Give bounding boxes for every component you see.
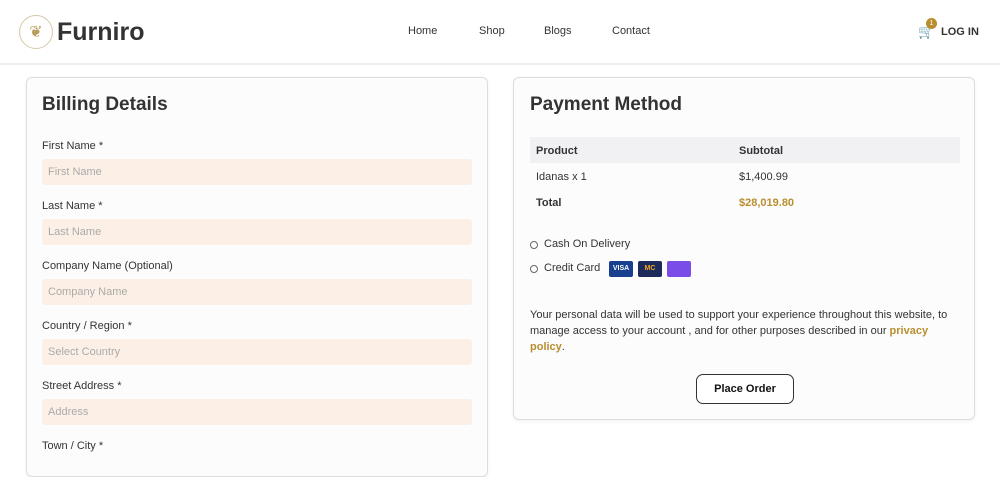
country-label: Country / Region * (42, 320, 132, 332)
billing-title: Billing Details (42, 94, 168, 115)
mastercard-icon: MC (638, 261, 662, 277)
cod-radio[interactable] (530, 241, 538, 249)
generic-card-icon (667, 261, 691, 277)
cart-badge: 1 (926, 18, 937, 29)
cod-label[interactable]: Cash On Delivery (544, 238, 630, 250)
credit-card-label[interactable]: Credit Card (544, 262, 600, 274)
city-label: Town / City * (42, 440, 104, 452)
street-label: Street Address * (42, 380, 122, 392)
product-name: Idanas x 1 (536, 171, 587, 183)
login-link[interactable]: LOG IN (941, 26, 979, 38)
brand-name: Furniro (57, 17, 145, 46)
logo[interactable]: ❦ Furniro (19, 15, 145, 49)
privacy-note-text: Your personal data will be used to suppo… (530, 309, 948, 337)
place-order-button[interactable]: Place Order (696, 374, 794, 404)
last-name-label: Last Name * (42, 200, 103, 212)
first-name-label: First Name * (42, 140, 104, 152)
payment-title: Payment Method (530, 94, 683, 115)
col-product: Product (536, 145, 578, 157)
total-value: $28,019.80 (739, 197, 795, 209)
billing-card: Billing Details First Name * Last Name *… (26, 77, 488, 477)
privacy-note-end: . (561, 341, 565, 353)
privacy-note: Your personal data will be used to suppo… (530, 307, 960, 355)
col-subtotal: Subtotal (739, 145, 783, 157)
company-input[interactable] (42, 279, 472, 305)
total-label: Total (536, 197, 562, 209)
credit-card-radio[interactable] (530, 265, 538, 273)
product-subtotal: $1,400.99 (739, 171, 788, 183)
company-label: Company Name (Optional) (42, 260, 173, 272)
visa-icon: VISA (609, 261, 633, 277)
street-input[interactable] (42, 399, 472, 425)
nav-home[interactable]: Home (408, 25, 437, 37)
first-name-input[interactable] (42, 159, 472, 185)
nav-contact[interactable]: Contact (612, 25, 650, 37)
site-header: ❦ Furniro Home Shop Blogs Contact 🛒 1 LO… (0, 0, 1000, 65)
last-name-input[interactable] (42, 219, 472, 245)
nav-blogs[interactable]: Blogs (544, 25, 572, 37)
nav-shop[interactable]: Shop (479, 25, 505, 37)
logo-icon: ❦ (19, 15, 53, 49)
payment-card: Payment Method Product Subtotal Idanas x… (513, 77, 975, 420)
country-select[interactable] (42, 339, 472, 365)
